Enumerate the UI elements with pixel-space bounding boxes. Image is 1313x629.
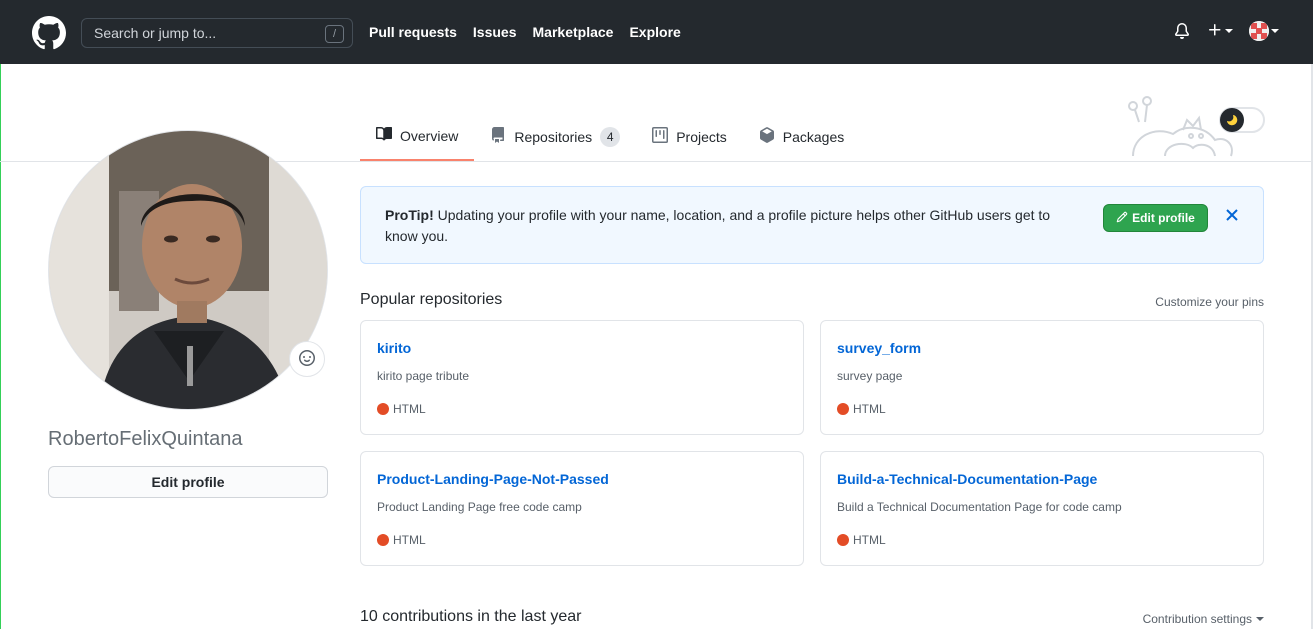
profile-avatar[interactable] [48,130,328,410]
nav-marketplace[interactable]: Marketplace [533,24,614,40]
tab-repositories-label: Repositories [514,128,593,145]
tab-overview[interactable]: Overview [360,112,475,161]
user-avatar-small [1249,21,1269,41]
smiley-icon [299,349,315,369]
protip-button-label: Edit profile [1132,211,1195,225]
repo-icon [490,127,506,146]
close-icon[interactable] [1224,207,1240,223]
set-status-button[interactable] [289,341,325,377]
repo-language: HTML [377,533,426,547]
plus-icon [1207,22,1223,41]
language-color-dot [377,534,389,546]
repo-language: HTML [377,402,426,416]
user-menu-dropdown[interactable] [1249,21,1279,41]
book-icon [376,126,393,145]
repo-card: survey_form survey page HTML [820,320,1264,435]
tab-repositories[interactable]: Repositories 4 [474,112,636,161]
package-icon [759,127,775,146]
repo-card: Product-Landing-Page-Not-Passed Product … [360,451,804,566]
language-color-dot [837,534,849,546]
page-edge [0,64,1,629]
repo-name-link[interactable]: survey_form [837,340,921,356]
protip-message: Updating your profile with your name, lo… [385,207,1051,244]
nav-pull-requests[interactable]: Pull requests [369,24,457,40]
tab-overview-label: Overview [400,127,459,144]
bell-icon[interactable] [1173,20,1191,42]
search-placeholder: Search or jump to... [94,25,217,41]
contribution-settings-dropdown[interactable]: Contribution settings [1143,612,1264,626]
tab-packages[interactable]: Packages [743,112,860,161]
nav-issues[interactable]: Issues [473,24,517,40]
repo-language: HTML [837,402,886,416]
repo-name-link[interactable]: kirito [377,340,411,356]
tab-projects[interactable]: Projects [636,112,743,161]
pencil-icon [1116,211,1128,226]
protip-text: ProTip! Updating your profile with your … [385,205,1075,247]
repo-language-label: HTML [393,402,426,416]
popular-repositories-title: Popular repositories [360,291,503,308]
customize-pins-link[interactable]: Customize your pins [1155,295,1264,309]
repo-name-link[interactable]: Build-a-Technical-Documentation-Page [837,471,1097,487]
tab-packages-label: Packages [782,128,845,145]
header-actions [1173,20,1279,42]
edit-profile-button[interactable]: Edit profile [48,466,328,498]
repo-language-label: HTML [853,533,886,547]
project-icon [652,127,669,146]
language-color-dot [377,403,389,415]
contribution-settings-label: Contribution settings [1142,612,1252,626]
main-nav: Pull requests Issues Marketplace Explore [369,24,681,40]
repo-name-link[interactable]: Product-Landing-Page-Not-Passed [377,471,609,487]
top-header: Search or jump to... / Pull requests Iss… [0,0,1313,64]
contributions-title: 10 contributions in the last year [360,608,582,625]
protip-banner: ProTip! Updating your profile with your … [360,186,1264,264]
moon-icon [1220,108,1244,132]
repo-description: Product Landing Page free code camp [377,500,582,514]
repo-card: Build-a-Technical-Documentation-Page Bui… [820,451,1264,566]
search-input[interactable]: Search or jump to... / [81,18,353,48]
repositories-count-badge: 4 [600,126,621,147]
create-new-dropdown[interactable] [1207,22,1233,41]
repo-language-label: HTML [853,402,886,416]
github-logo-icon[interactable] [32,16,66,50]
repo-language: HTML [837,533,886,547]
chevron-down-icon [1271,29,1279,33]
protip-edit-profile-button[interactable]: Edit profile [1103,204,1208,232]
protip-lead: ProTip! [385,207,434,223]
chevron-down-icon [1225,29,1233,33]
repo-description: Build a Technical Documentation Page for… [837,500,1122,514]
nav-explore[interactable]: Explore [629,24,680,40]
chevron-down-icon [1256,617,1264,621]
repo-description: kirito page tribute [377,369,470,383]
repo-language-label: HTML [393,533,426,547]
tab-projects-label: Projects [676,128,727,145]
theme-toggle[interactable] [1219,107,1265,133]
profile-username: RobertoFelixQuintana [48,428,243,450]
repo-description: survey page [837,369,903,383]
language-color-dot [837,403,849,415]
repo-card: kirito kirito page tribute HTML [360,320,804,435]
search-shortcut-key: / [325,25,344,43]
profile-tabs: Overview Repositories 4 Projects Package… [360,112,860,161]
